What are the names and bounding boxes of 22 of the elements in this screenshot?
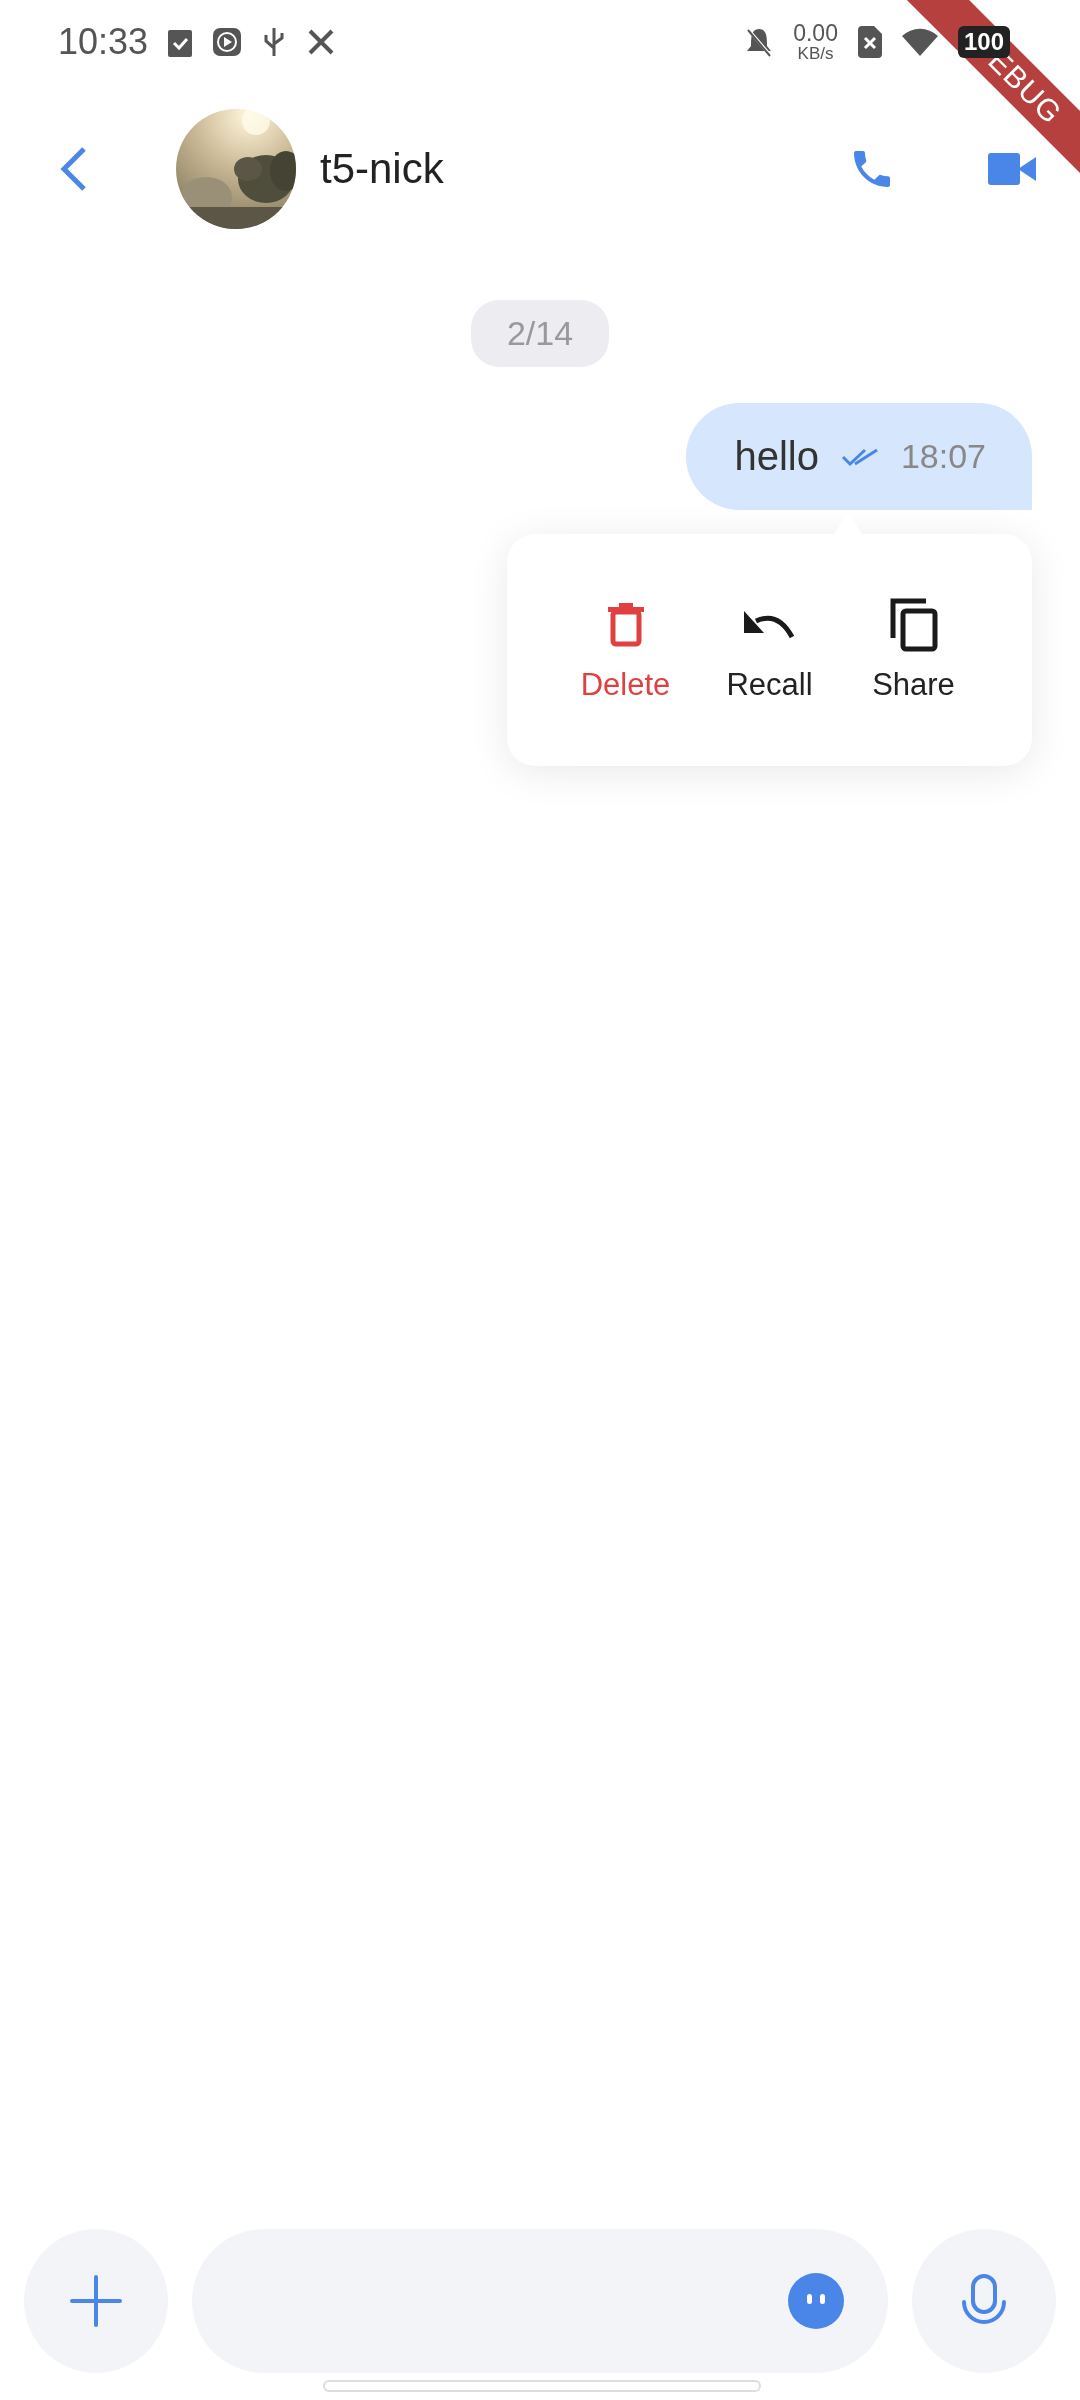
- plus-icon: [70, 2274, 122, 2327]
- video-camera-icon: [988, 153, 1036, 185]
- bell-off-icon: [745, 26, 774, 58]
- delete-menu-item[interactable]: Delete: [563, 597, 688, 703]
- contact-name: t5-nick: [320, 145, 444, 193]
- recall-menu-item[interactable]: Recall: [707, 597, 832, 703]
- status-time: 10:33: [58, 21, 149, 63]
- trash-icon: [606, 603, 645, 647]
- net-speed: 0.00: [793, 22, 838, 45]
- message-time: 18:07: [900, 437, 986, 476]
- net-unit: KB/s: [797, 45, 834, 62]
- wifi-icon: [901, 28, 938, 56]
- clipboard-check-icon: [168, 27, 193, 57]
- share-menu-item[interactable]: Share: [851, 597, 976, 703]
- message-bubble[interactable]: hello 18:07: [686, 403, 1032, 510]
- usb-icon: [262, 26, 287, 58]
- message-text: hello: [734, 434, 819, 479]
- date-chip: 2/14: [470, 300, 610, 367]
- sim-off-icon: [857, 26, 882, 58]
- emoji-icon[interactable]: [788, 2272, 844, 2329]
- copy-icon: [889, 598, 938, 652]
- play-icon: [212, 27, 243, 57]
